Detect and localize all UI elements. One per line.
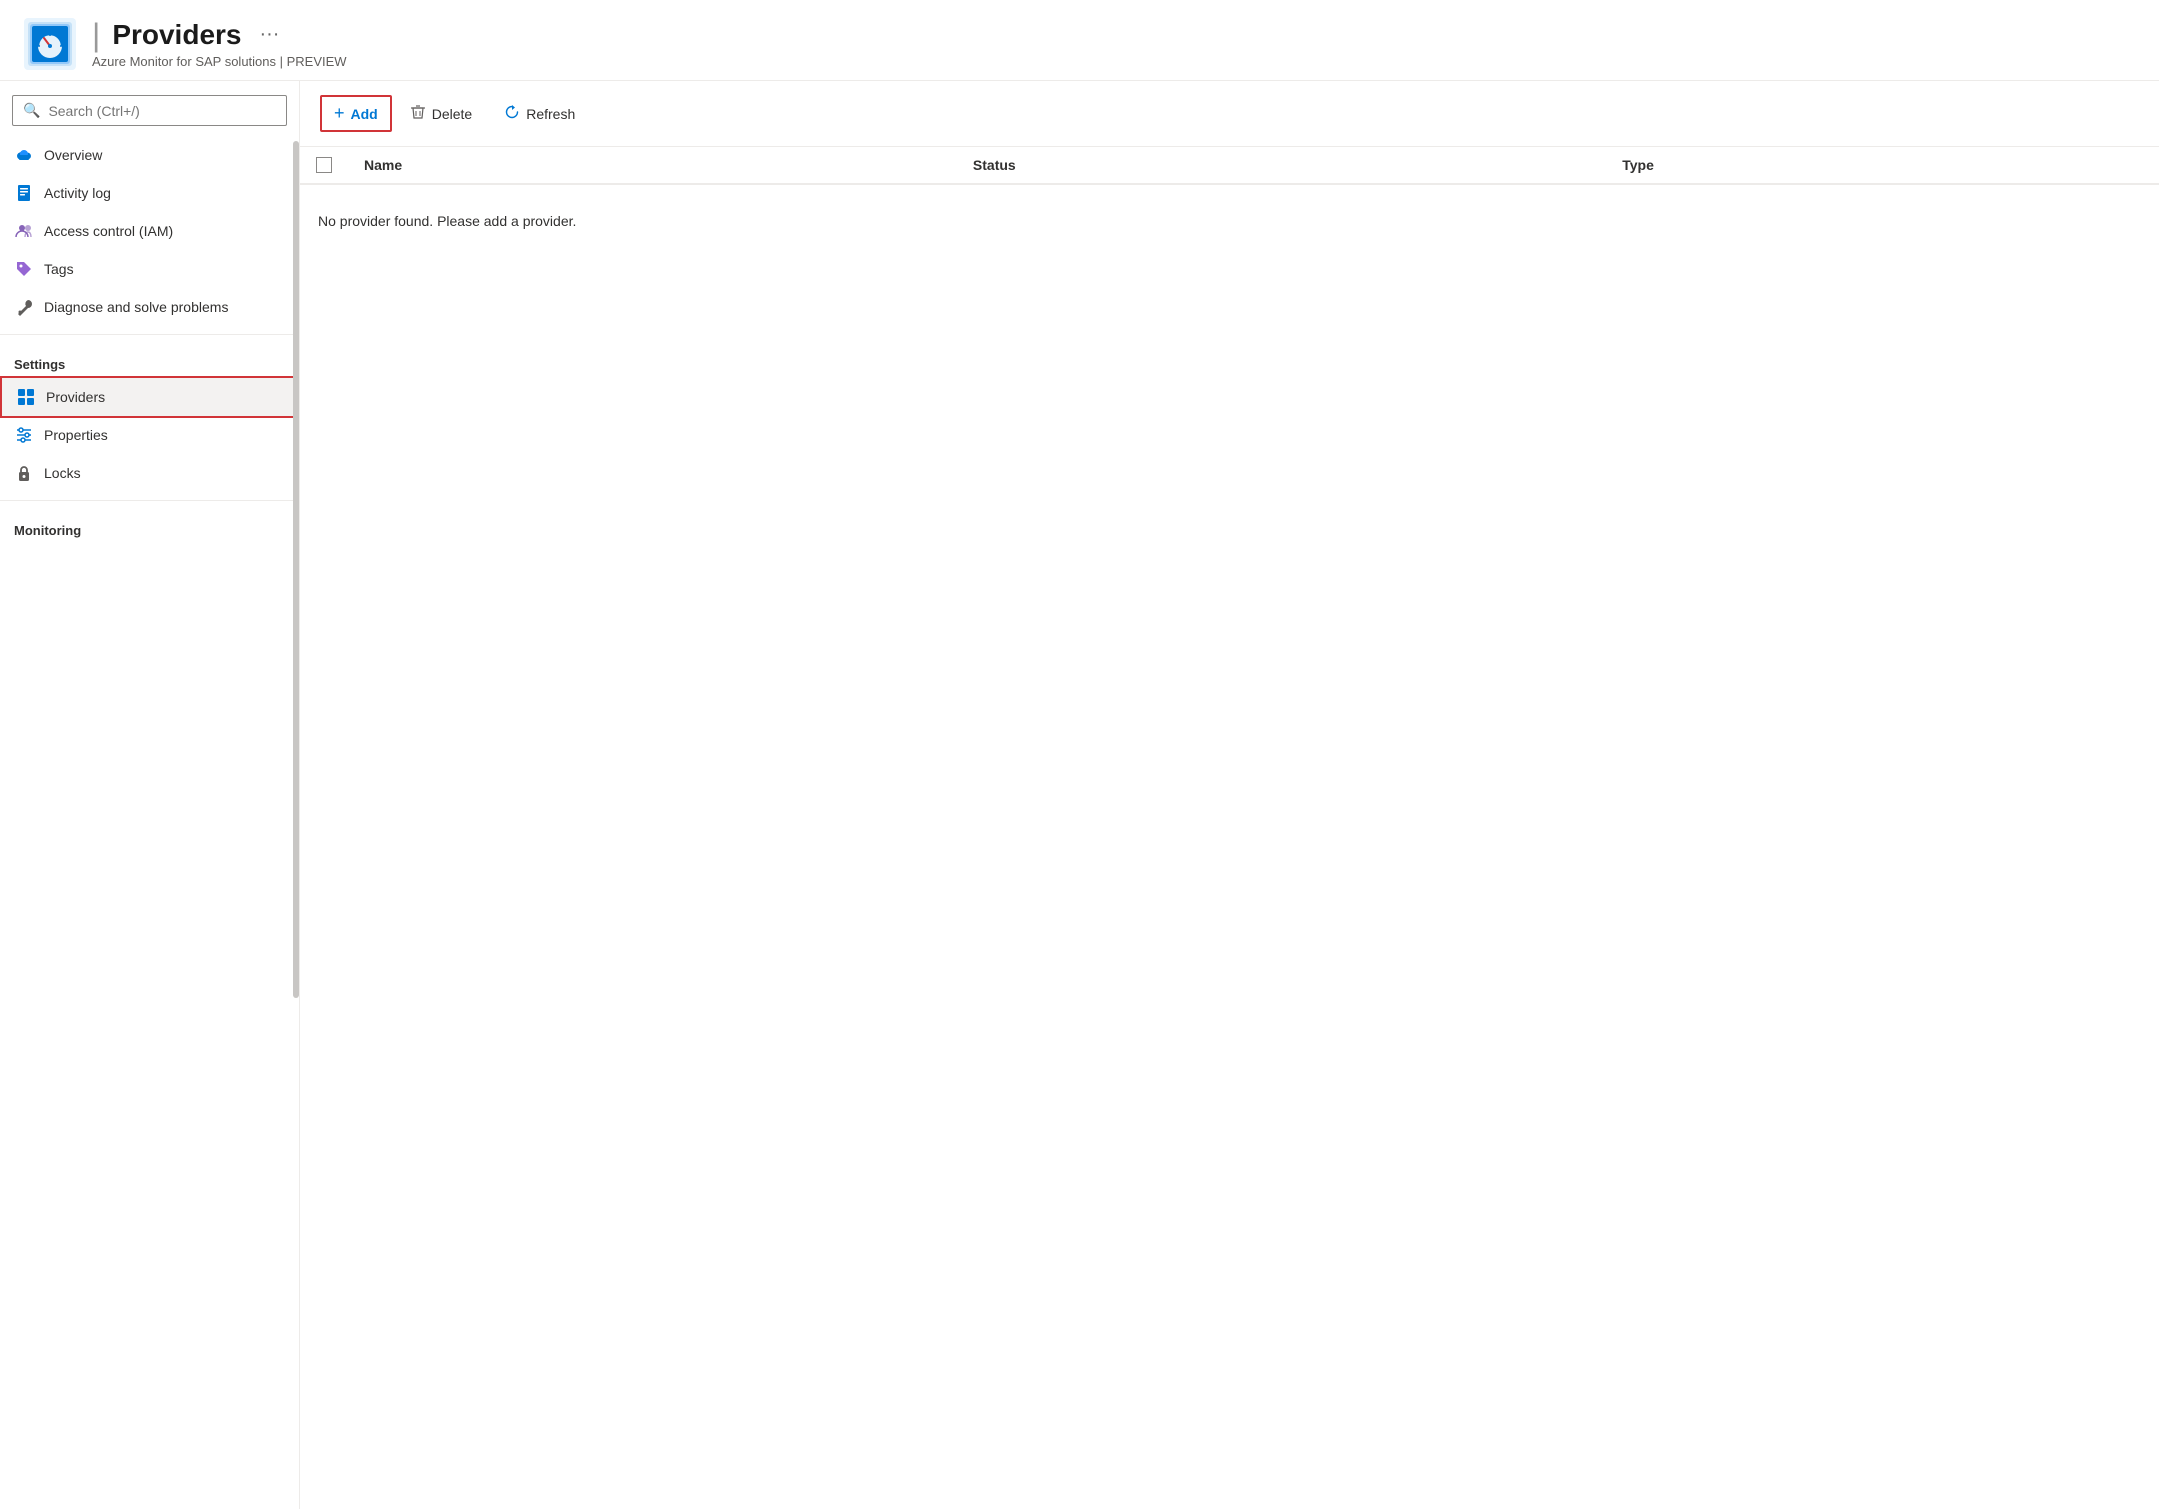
sidebar-item-providers-label: Providers <box>46 389 105 405</box>
monitoring-section-header: Monitoring <box>0 509 299 544</box>
azure-monitor-logo <box>24 18 76 70</box>
sidebar-item-diagnose[interactable]: Diagnose and solve problems <box>0 288 299 326</box>
header-text: | Providers ··· Azure Monitor for SAP so… <box>92 18 347 69</box>
sidebar-item-tags-label: Tags <box>44 261 74 277</box>
table-empty-row: No provider found. Please add a provider… <box>300 184 2159 257</box>
header-title-row: | Providers ··· <box>92 18 347 52</box>
refresh-button-label: Refresh <box>526 106 575 122</box>
delete-button[interactable]: Delete <box>396 96 486 132</box>
settings-divider <box>0 334 299 335</box>
plus-icon: + <box>334 103 345 124</box>
table-header-checkbox <box>300 147 348 184</box>
cloud-icon <box>14 145 34 165</box>
sidebar-item-iam-label: Access control (IAM) <box>44 223 173 239</box>
table-container: Name Status Type No provider found. Plea… <box>300 147 2159 1509</box>
delete-button-label: Delete <box>432 106 472 122</box>
settings-section-header: Settings <box>0 343 299 378</box>
header-pipe: | <box>92 19 100 51</box>
more-options-button[interactable]: ··· <box>253 21 285 48</box>
header: | Providers ··· Azure Monitor for SAP so… <box>0 0 2159 81</box>
providers-table: Name Status Type No provider found. Plea… <box>300 147 2159 257</box>
empty-state-message: No provider found. Please add a provider… <box>300 185 2159 257</box>
page-title: Providers <box>112 18 241 52</box>
sidebar-item-overview[interactable]: Overview <box>0 136 299 174</box>
person-icon <box>14 221 34 241</box>
providers-icon <box>16 387 36 407</box>
search-box[interactable]: 🔍 <box>12 95 287 126</box>
search-icon: 🔍 <box>23 102 40 119</box>
add-button-label: Add <box>351 106 378 122</box>
add-button[interactable]: + Add <box>320 95 392 132</box>
lock-icon <box>14 463 34 483</box>
trash-icon <box>410 104 426 124</box>
sidebar-item-activity-log[interactable]: Activity log <box>0 174 299 212</box>
sidebar-item-locks[interactable]: Locks <box>0 454 299 492</box>
app-container: | Providers ··· Azure Monitor for SAP so… <box>0 0 2159 1509</box>
refresh-icon <box>504 104 520 124</box>
sidebar-item-properties[interactable]: Properties <box>0 416 299 454</box>
sidebar: 🔍 Overview <box>0 81 300 1509</box>
sidebar-item-overview-label: Overview <box>44 147 102 163</box>
sidebar-scrollbar[interactable] <box>293 141 299 998</box>
header-subtitle: Azure Monitor for SAP solutions | PREVIE… <box>92 54 347 69</box>
refresh-button[interactable]: Refresh <box>490 96 589 132</box>
sidebar-item-access-control[interactable]: Access control (IAM) <box>0 212 299 250</box>
sidebar-item-activity-log-label: Activity log <box>44 185 111 201</box>
wrench-icon <box>14 297 34 317</box>
tag-icon <box>14 259 34 279</box>
search-input[interactable] <box>48 103 276 119</box>
table-header-row: Name Status Type <box>300 147 2159 184</box>
toolbar: + Add Delete <box>300 81 2159 147</box>
sidebar-item-tags[interactable]: Tags <box>0 250 299 288</box>
sidebar-item-diagnose-label: Diagnose and solve problems <box>44 299 228 315</box>
content-pane: + Add Delete <box>300 81 2159 1509</box>
select-all-checkbox[interactable] <box>316 157 332 173</box>
doc-icon <box>14 183 34 203</box>
table-header-status[interactable]: Status <box>957 147 1606 184</box>
table-header-type[interactable]: Type <box>1606 147 2159 184</box>
table-header-name[interactable]: Name <box>348 147 957 184</box>
sidebar-item-providers[interactable]: Providers <box>2 378 297 416</box>
main-container: 🔍 Overview <box>0 81 2159 1509</box>
sidebar-item-properties-label: Properties <box>44 427 108 443</box>
sidebar-item-locks-label: Locks <box>44 465 81 481</box>
sliders-icon <box>14 425 34 445</box>
monitoring-divider <box>0 500 299 501</box>
